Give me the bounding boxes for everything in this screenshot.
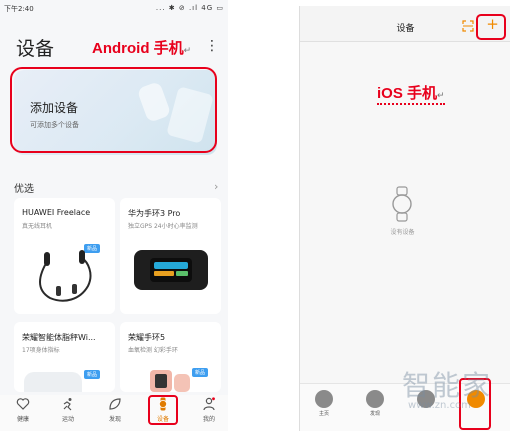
more-options-icon[interactable]: ⋮ <box>205 38 219 54</box>
annotation-text: Android 手机 <box>92 40 184 57</box>
android-annotation: Android 手机↵ <box>92 37 191 58</box>
comparison-screenshot: 下午2:40 ... ✱ ⊘ .ıl 4G ▭ 设备 ⋮ 添加设备 可添加多个设… <box>0 0 510 431</box>
highlight-box <box>476 14 506 40</box>
product-name: 荣耀智能体脂秤Wi... <box>22 333 96 342</box>
tab-discover[interactable]: 发现 <box>95 397 135 423</box>
tab-label: 发现 <box>369 411 380 417</box>
product-name: HUAWEI Freelace <box>22 208 91 217</box>
watermark-logo: 智能家 <box>402 369 493 402</box>
highlight-box <box>148 395 178 425</box>
person-icon <box>203 397 215 411</box>
highlight-box <box>10 67 217 153</box>
tab-label: 发现 <box>108 416 121 423</box>
return-mark: ↵ <box>437 90 445 100</box>
new-badge: 新品 <box>84 370 101 379</box>
return-mark: ↵ <box>183 45 192 55</box>
product-name: 华为手环3 Pro <box>128 209 181 218</box>
heart-icon <box>16 398 30 410</box>
tab-label: 我的 <box>202 416 215 423</box>
product-card[interactable]: HUAWEI Freelace 真无线耳机 新品 <box>14 198 115 314</box>
nav-bar: 设备 + <box>300 6 510 42</box>
tab-discover[interactable]: 发现 <box>363 390 387 417</box>
scan-icon[interactable] <box>462 20 474 32</box>
product-card[interactable]: 荣耀智能体脂秤Wi... 17项身体指标 新品 <box>14 322 115 392</box>
runner-icon <box>63 398 72 411</box>
product-name: 荣耀手环5 <box>128 333 166 342</box>
grid-icon <box>366 390 384 408</box>
tab-home[interactable]: 主页 <box>312 390 336 417</box>
status-bar: 下午2:40 ... ✱ ⊘ .ıl 4G ▭ <box>0 0 228 16</box>
bottom-tab-bar: 健康 运动 发现 设备 我的 <box>0 395 228 431</box>
section-title: 优选 <box>14 184 34 195</box>
scale-image <box>24 372 82 392</box>
empty-state-text: 没有设备 <box>390 229 415 236</box>
product-desc: 独立GPS 24小时心率监测 <box>128 223 198 230</box>
ios-annotation: iOS 手机↵ <box>377 82 445 105</box>
tab-me[interactable]: 我的 <box>189 397 228 423</box>
earphones-image <box>39 250 92 302</box>
tab-health[interactable]: 健康 <box>3 397 43 423</box>
band-image <box>150 370 190 392</box>
android-screen: 下午2:40 ... ✱ ⊘ .ıl 4G ▭ 设备 ⋮ 添加设备 可添加多个设… <box>0 0 228 431</box>
annotation-text: iOS 手机 <box>377 85 438 102</box>
home-icon <box>315 390 333 408</box>
product-desc: 血氧检测 幻彩手环 <box>128 347 178 354</box>
page-title: 设备 <box>16 38 55 60</box>
product-desc: 17项身体指标 <box>22 347 60 354</box>
leaf-icon <box>109 398 121 410</box>
product-card[interactable]: 华为手环3 Pro 独立GPS 24小时心率监测 <box>120 198 221 314</box>
product-desc: 真无线耳机 <box>22 223 53 230</box>
status-time: 下午2:40 <box>4 5 34 13</box>
watch-icon <box>392 186 412 222</box>
product-card[interactable]: 荣耀手环5 血氧检测 幻彩手环 新品 <box>120 322 221 392</box>
chevron-right-icon[interactable]: › <box>214 180 218 193</box>
watermark-url: www.zn.com <box>408 400 471 411</box>
band-image <box>134 250 208 290</box>
tab-label: 运动 <box>61 416 74 423</box>
tab-exercise[interactable]: 运动 <box>48 397 88 423</box>
tab-label: 主页 <box>318 411 329 417</box>
status-icons: ... ✱ ⊘ .ıl 4G ▭ <box>155 4 224 12</box>
tab-label: 健康 <box>16 416 29 423</box>
